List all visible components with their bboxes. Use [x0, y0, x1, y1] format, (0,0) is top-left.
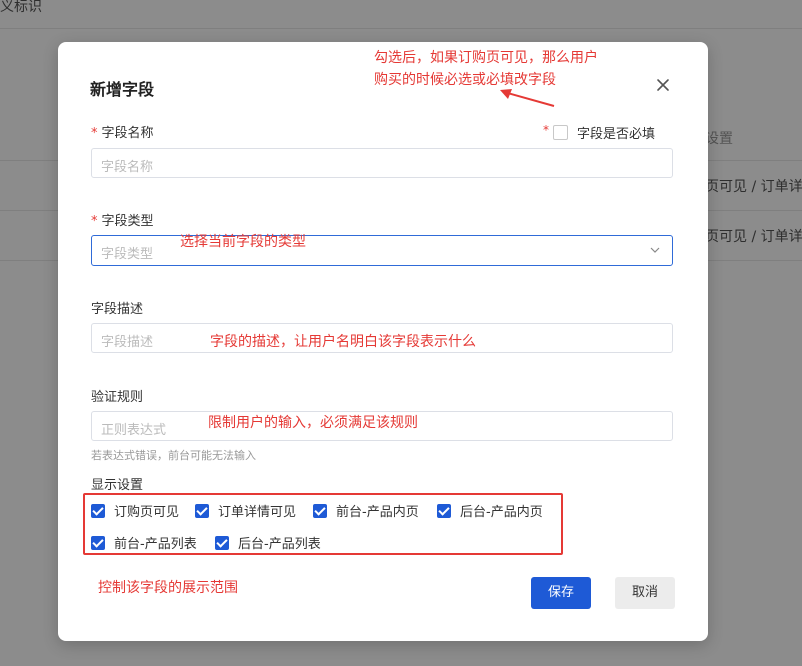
annotation-required-note: 勾选后，如果订购页可见，那么用户 购买的时候必选或必填改字段	[374, 47, 598, 91]
required-checkbox-box[interactable]	[553, 125, 568, 140]
display-settings-label: 显示设置	[91, 478, 144, 493]
annotation-arrow-icon	[500, 89, 555, 107]
field-desc-label: 字段描述	[91, 302, 144, 317]
dialog-title: 新增字段	[90, 80, 155, 99]
field-name-label-text: 字段名称	[101, 126, 154, 141]
checkbox-label: 订购页可见	[114, 505, 180, 520]
checkbox-order-detail-visible[interactable]: 订单详情可见	[195, 501, 296, 520]
field-name-label: * 字段名称	[91, 122, 154, 141]
checkbox-front-product-list[interactable]: 前台-产品列表	[91, 533, 197, 552]
add-field-dialog: 新增字段 * 字段是否必填 * 字段名称 字段名称 * 字段类型 字段类型 字段描述 …	[58, 42, 708, 641]
validation-hint: 若表达式错误，前台可能无法输入	[91, 449, 256, 462]
annotation-display-note: 控制该字段的展示范围	[98, 580, 238, 596]
field-type-label-text: 字段类型	[101, 214, 154, 229]
checkbox-checked-icon[interactable]	[91, 536, 105, 550]
field-name-placeholder: 字段名称	[101, 160, 154, 175]
validation-label: 验证规则	[91, 390, 144, 405]
checkbox-label: 前台-产品列表	[114, 537, 197, 552]
field-desc-placeholder: 字段描述	[101, 335, 154, 350]
field-type-label: * 字段类型	[91, 210, 154, 229]
save-button[interactable]: 保存	[531, 577, 591, 609]
annotation-type-note: 选择当前字段的类型	[180, 234, 306, 250]
checkbox-label: 订单详情可见	[218, 505, 297, 520]
annotation-line: 购买的时候必选或必填改字段	[374, 72, 556, 88]
checkbox-back-product-list[interactable]: 后台-产品列表	[215, 533, 321, 552]
required-checkbox-label: 字段是否必填	[577, 127, 656, 142]
checkbox-label: 后台-产品内页	[460, 505, 543, 520]
checkbox-order-page-visible[interactable]: 订购页可见	[91, 501, 179, 520]
chevron-down-icon	[650, 247, 660, 253]
checkbox-front-product-page[interactable]: 前台-产品内页	[313, 501, 419, 520]
cancel-button[interactable]: 取消	[615, 577, 675, 609]
annotation-desc-note: 字段的描述，让用户名明白该字段表示什么	[210, 334, 476, 350]
validation-placeholder: 正则表达式	[101, 423, 167, 438]
annotation-line: 勾选后，如果订购页可见，那么用户	[374, 50, 598, 66]
annotation-validation-note: 限制用户的输入，必须满足该规则	[208, 415, 418, 431]
field-type-placeholder: 字段类型	[101, 247, 154, 262]
checkbox-checked-icon[interactable]	[437, 504, 451, 518]
required-checkbox[interactable]: * 字段是否必填	[543, 123, 655, 142]
checkbox-back-product-page[interactable]: 后台-产品内页	[437, 501, 543, 520]
checkbox-label: 后台-产品列表	[238, 537, 321, 552]
required-star: *	[91, 214, 98, 229]
required-star: *	[91, 126, 98, 141]
checkbox-label: 前台-产品内页	[336, 505, 419, 520]
checkbox-checked-icon[interactable]	[215, 536, 229, 550]
close-icon[interactable]	[656, 78, 670, 92]
checkbox-checked-icon[interactable]	[91, 504, 105, 518]
field-name-input[interactable]: 字段名称	[91, 148, 673, 178]
checkbox-checked-icon[interactable]	[195, 504, 209, 518]
checkbox-checked-icon[interactable]	[313, 504, 327, 518]
field-type-select[interactable]: 字段类型	[91, 235, 673, 266]
required-star: *	[543, 123, 549, 137]
